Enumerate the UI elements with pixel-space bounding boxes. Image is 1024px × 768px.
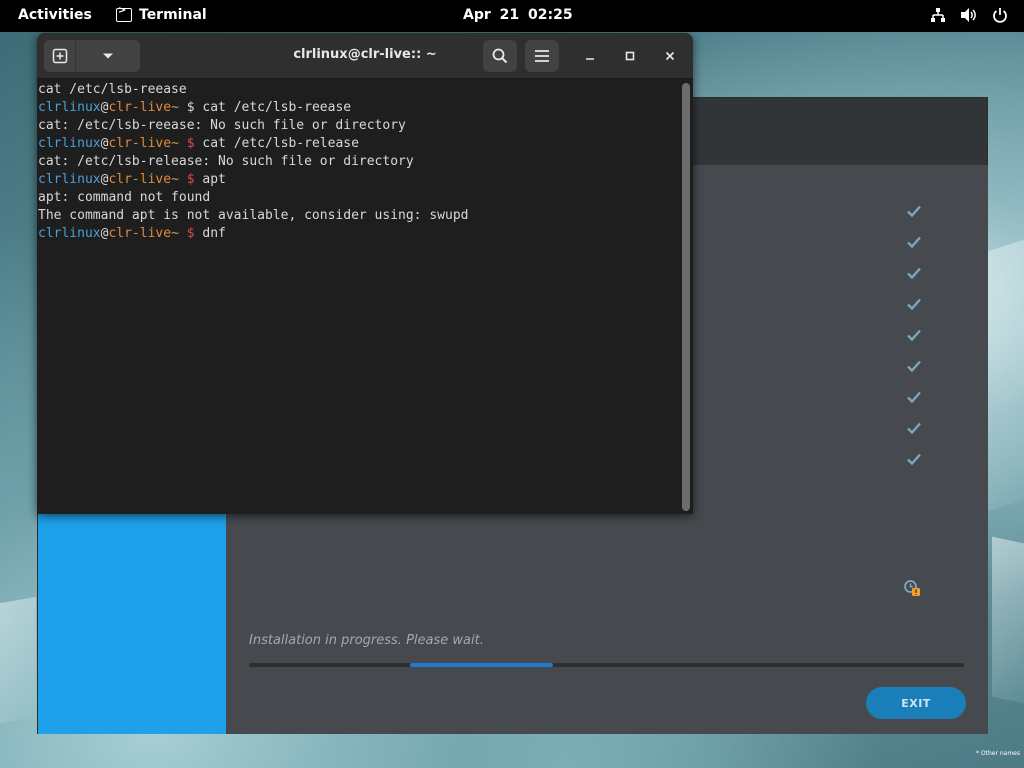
terminal-output-line: The command apt is not available, consid… [38, 208, 469, 223]
volume-icon[interactable] [960, 7, 978, 23]
prompt-symbol: $ [186, 136, 195, 151]
prompt-command: cat /etc/lsb-release [202, 136, 359, 151]
progress-bar-fill [410, 663, 553, 667]
terminal-output-line: cat /etc/lsb-reease [38, 82, 187, 97]
power-icon[interactable] [992, 7, 1008, 23]
close-button[interactable] [655, 41, 685, 71]
pending-warning-icon [904, 580, 920, 596]
terminal-icon [116, 5, 132, 22]
step-complete-check-icon [907, 453, 921, 466]
prompt-host: clr-live [108, 136, 172, 151]
prompt-user: clrlinux [38, 172, 101, 187]
top-bar: Activities Terminal Apr 21 02:25 [0, 0, 1024, 32]
search-icon [492, 48, 508, 64]
step-complete-check-icon [907, 422, 921, 435]
installation-status: Installation in progress. Please wait. [249, 633, 484, 648]
hamburger-menu-button[interactable] [525, 40, 559, 72]
step-complete-check-icon [907, 267, 921, 280]
progress-bar [249, 663, 964, 667]
step-complete-check-icon [907, 205, 921, 218]
search-button[interactable] [483, 40, 517, 72]
prompt-command: cat /etc/lsb-reease [202, 100, 352, 115]
prompt-user: clrlinux [38, 136, 101, 151]
hamburger-icon [535, 50, 549, 62]
maximize-button[interactable] [615, 41, 645, 71]
terminal-scrollbar[interactable] [679, 80, 693, 514]
wallpaper-shard [0, 596, 36, 724]
minimize-icon [586, 58, 594, 60]
prompt-user: clrlinux [38, 100, 101, 115]
terminal-output-line: cat: /etc/lsb-reease: No such file or di… [38, 118, 406, 133]
terminal-output-line: cat: /etc/lsb-release: No such file or d… [38, 154, 414, 169]
minimize-button[interactable] [575, 41, 605, 71]
terminal-output[interactable]: cat /etc/lsb-reease clrlinux@clr-live~ $ … [38, 80, 678, 514]
step-complete-check-icon [907, 391, 921, 404]
corner-note: * Other names [976, 750, 1020, 757]
prompt-host: clr-live [108, 226, 172, 241]
step-complete-check-icon [907, 329, 921, 342]
maximize-icon [625, 51, 635, 61]
app-menu-label: Terminal [139, 7, 207, 23]
prompt-symbol: $ [186, 172, 195, 187]
prompt-symbol: $ [186, 226, 195, 241]
scrollbar-thumb[interactable] [682, 83, 690, 511]
step-complete-check-icon [907, 236, 921, 249]
terminal-prompt-line: clrlinux@clr-live~ $ dnf [38, 225, 678, 243]
network-icon[interactable] [930, 7, 946, 23]
terminal-headerbar[interactable]: clrlinux@clr-live:: ~ [37, 33, 693, 79]
prompt-host: clr-live [108, 172, 172, 187]
terminal-prompt-line: clrlinux@clr-live~ $ apt [38, 171, 678, 189]
step-complete-check-icon [907, 360, 921, 373]
system-tray[interactable] [930, 7, 1008, 23]
terminal-window[interactable]: clrlinux@clr-live:: ~ cat /etc/lsb-reeas… [37, 33, 693, 514]
clock[interactable]: Apr 21 02:25 [463, 7, 573, 23]
app-menu[interactable]: Terminal [116, 5, 207, 23]
exit-button[interactable]: EXIT [866, 687, 966, 719]
prompt-cwd: ~ [171, 136, 179, 151]
terminal-output-line: apt: command not found [38, 190, 211, 205]
terminal-prompt-line: clrlinux@clr-live~ $ cat /etc/lsb-releas… [38, 135, 678, 153]
prompt-symbol: $ [186, 100, 195, 115]
prompt-command: dnf [202, 226, 226, 241]
prompt-host: clr-live [108, 100, 172, 115]
prompt-command: apt [202, 172, 226, 187]
wallpaper-shard [992, 536, 1024, 704]
step-complete-check-icon [907, 298, 921, 311]
prompt-cwd: ~ [171, 226, 179, 241]
prompt-cwd: ~ [171, 100, 179, 115]
prompt-user: clrlinux [38, 226, 101, 241]
activities-button[interactable]: Activities [18, 7, 92, 23]
prompt-cwd: ~ [171, 172, 179, 187]
close-icon [665, 51, 675, 61]
terminal-prompt-line: clrlinux@clr-live~ $ cat /etc/lsb-reease [38, 99, 678, 117]
